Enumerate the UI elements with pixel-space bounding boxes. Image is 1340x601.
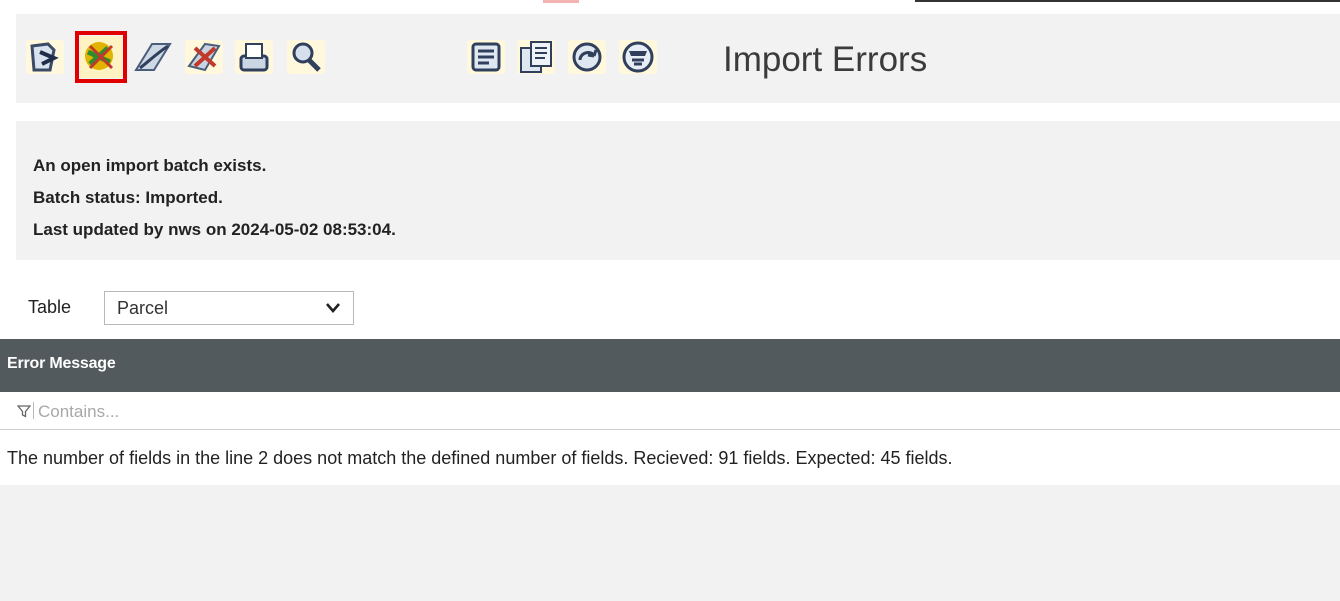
error-message-filter-input[interactable]: [36, 398, 640, 426]
page-title: Import Errors: [723, 40, 928, 79]
grid-header: Error Message: [0, 339, 1340, 392]
delete-batch-icon[interactable]: [182, 35, 226, 79]
filter-icon[interactable]: [17, 404, 31, 418]
grid-empty-area: [0, 485, 1340, 601]
table-select-label: Table: [28, 297, 72, 317]
grid-filter-row: [0, 392, 1340, 430]
column-header-error-message[interactable]: Error Message: [7, 355, 116, 373]
error-message-cell: The number of fields in the line 2 does …: [7, 448, 953, 468]
status-open-batch: An open import batch exists.: [33, 156, 267, 175]
import-icon[interactable]: [23, 35, 67, 79]
toolbar: Import Errors: [16, 14, 1340, 103]
chevron-down-icon: [326, 303, 340, 313]
cancel-batch-icon[interactable]: [75, 31, 127, 83]
filter-separator: [33, 402, 34, 419]
top-border-line: [915, 0, 1340, 2]
documents-icon[interactable]: [514, 35, 558, 79]
table-row[interactable]: The number of fields in the line 2 does …: [0, 430, 1340, 485]
summary-report-icon[interactable]: [464, 35, 508, 79]
print-icon[interactable]: [232, 35, 276, 79]
status-last-updated: Last updated by nws on 2024-05-02 08:53:…: [33, 220, 396, 239]
validate-icon[interactable]: [131, 35, 175, 79]
batch-status-panel: An open import batch exists. Batch statu…: [16, 121, 1340, 260]
status-batch-state: Batch status: Imported.: [33, 188, 223, 207]
table-select[interactable]: Parcel: [104, 291, 354, 325]
filter-list-icon[interactable]: [616, 35, 660, 79]
search-icon[interactable]: [284, 35, 328, 79]
refresh-icon[interactable]: [565, 35, 609, 79]
table-select-value: Parcel: [117, 298, 169, 318]
top-accent-mark: [543, 0, 579, 3]
